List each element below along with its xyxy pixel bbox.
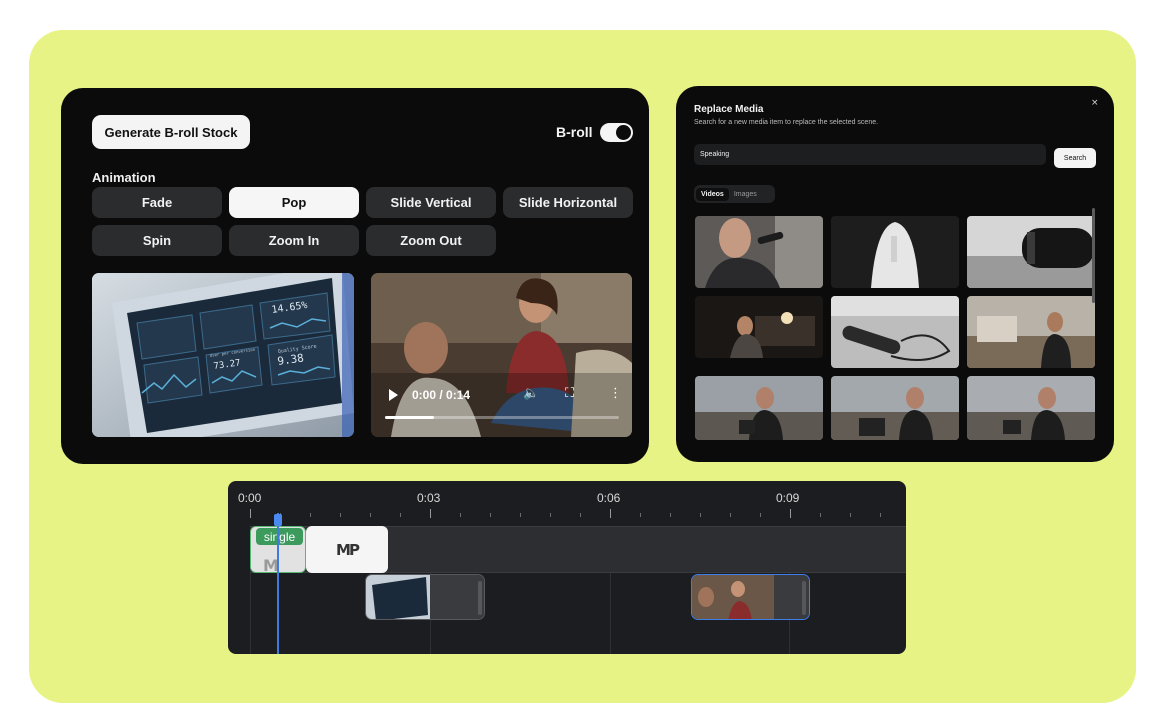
broll-dashboard-thumbnail[interactable]: 14.65% 73.27 9.38 Quality Score User per… xyxy=(92,273,354,437)
media-result-image xyxy=(967,216,1095,288)
ruler-tick xyxy=(460,513,461,517)
time-label: 0:06 xyxy=(597,491,621,505)
media-result-image xyxy=(695,376,823,440)
playhead[interactable] xyxy=(277,513,279,654)
replace-media-subtitle: Search for a new media item to replace t… xyxy=(694,119,879,126)
broll-panel: Generate B-roll Stock B-roll Animation F… xyxy=(61,88,649,464)
ruler-tick xyxy=(700,513,701,517)
broll-clip-thumbnail xyxy=(366,575,484,619)
ruler-tick xyxy=(370,513,371,517)
fullscreen-icon[interactable]: ⛶ xyxy=(565,386,574,401)
animation-slide-vertical[interactable]: Slide Vertical xyxy=(366,187,496,218)
ruler-tick xyxy=(340,513,341,517)
ruler-tick xyxy=(730,513,731,517)
media-result[interactable] xyxy=(695,216,823,288)
grid-line xyxy=(610,573,611,654)
broll-clip-dashboard[interactable] xyxy=(365,574,485,620)
ruler-tick xyxy=(670,513,671,517)
tab-videos[interactable]: Videos xyxy=(696,187,729,201)
more-options-icon[interactable]: ⋮ xyxy=(609,386,622,401)
play-icon[interactable] xyxy=(389,389,398,401)
video-progress-fill xyxy=(385,416,435,419)
ruler-tick xyxy=(250,509,251,518)
media-result-image xyxy=(967,296,1095,368)
volume-icon[interactable]: 🔈 xyxy=(523,386,539,401)
ruler-tick xyxy=(580,513,581,517)
toggle-knob xyxy=(616,125,631,140)
broll-clip-video[interactable] xyxy=(691,574,810,620)
media-type-tabs: Videos Images xyxy=(694,185,775,203)
media-result-image xyxy=(831,376,959,440)
animation-pop[interactable]: Pop xyxy=(229,187,359,218)
media-search-input[interactable]: Speaking xyxy=(694,144,1046,165)
logo-text: MP xyxy=(336,540,360,559)
media-result-image xyxy=(695,216,823,288)
ruler-tick xyxy=(430,509,431,518)
time-label: 0:09 xyxy=(776,491,800,505)
grid-line xyxy=(250,573,251,654)
media-result-image xyxy=(967,376,1095,440)
media-result[interactable] xyxy=(831,376,959,440)
media-result[interactable] xyxy=(967,216,1095,288)
replace-media-title: Replace Media xyxy=(694,104,764,115)
replace-media-panel: Replace Media Search for a new media ite… xyxy=(676,86,1114,462)
media-result[interactable] xyxy=(831,296,959,368)
ruler-tick xyxy=(790,509,791,518)
video-frame xyxy=(371,273,632,437)
ruler-tick xyxy=(610,509,611,518)
media-result[interactable] xyxy=(967,296,1095,368)
ruler-tick xyxy=(640,513,641,517)
time-label: 0:03 xyxy=(417,491,441,505)
broll-video-player[interactable]: 0:00 / 0:14 🔈 ⛶ ⋮ xyxy=(371,273,632,437)
media-result[interactable] xyxy=(831,216,959,288)
media-result-image xyxy=(831,216,959,288)
results-scrollbar[interactable] xyxy=(1092,208,1095,303)
ruler-tick xyxy=(880,513,881,517)
media-result[interactable] xyxy=(695,296,823,358)
video-time: 0:00 / 0:14 xyxy=(412,388,471,402)
playhead-handle[interactable] xyxy=(274,514,282,526)
ruler-tick xyxy=(760,513,761,517)
media-result-image xyxy=(695,296,823,358)
media-result[interactable] xyxy=(967,376,1095,440)
media-search-button[interactable]: Search xyxy=(1054,148,1096,168)
animation-spin[interactable]: Spin xyxy=(92,225,222,256)
broll-toggle[interactable] xyxy=(600,123,633,142)
animation-zoom-in[interactable]: Zoom In xyxy=(229,225,359,256)
ruler-tick xyxy=(550,513,551,517)
dashboard-image: 14.65% 73.27 9.38 Quality Score User per… xyxy=(92,273,354,437)
ruler-tick xyxy=(820,513,821,517)
clip-logo[interactable]: MP xyxy=(306,526,388,573)
ruler-tick xyxy=(310,513,311,517)
media-result[interactable] xyxy=(695,376,823,440)
ruler-tick xyxy=(490,513,491,517)
animation-fade[interactable]: Fade xyxy=(92,187,222,218)
timeline: 0:00 0:03 0:06 0:09 M single MP xyxy=(228,481,906,654)
ruler-tick xyxy=(400,513,401,517)
close-icon[interactable]: × xyxy=(1091,98,1099,108)
ruler-tick xyxy=(850,513,851,517)
ruler-tick xyxy=(520,513,521,517)
animation-zoom-out[interactable]: Zoom Out xyxy=(366,225,496,256)
clip-label-single: single xyxy=(256,528,303,545)
timeline-ruler[interactable] xyxy=(228,509,906,521)
broll-toggle-label: B-roll xyxy=(556,124,593,140)
animation-slide-horizontal[interactable]: Slide Horizontal xyxy=(503,187,633,218)
generate-broll-button[interactable]: Generate B-roll Stock xyxy=(92,115,250,149)
time-label: 0:00 xyxy=(238,491,262,505)
animation-heading: Animation xyxy=(92,170,156,185)
media-result-image xyxy=(831,296,959,368)
video-progress-bar[interactable] xyxy=(385,416,619,419)
broll-clip-thumbnail xyxy=(692,575,809,619)
tab-images[interactable]: Images xyxy=(729,188,762,201)
